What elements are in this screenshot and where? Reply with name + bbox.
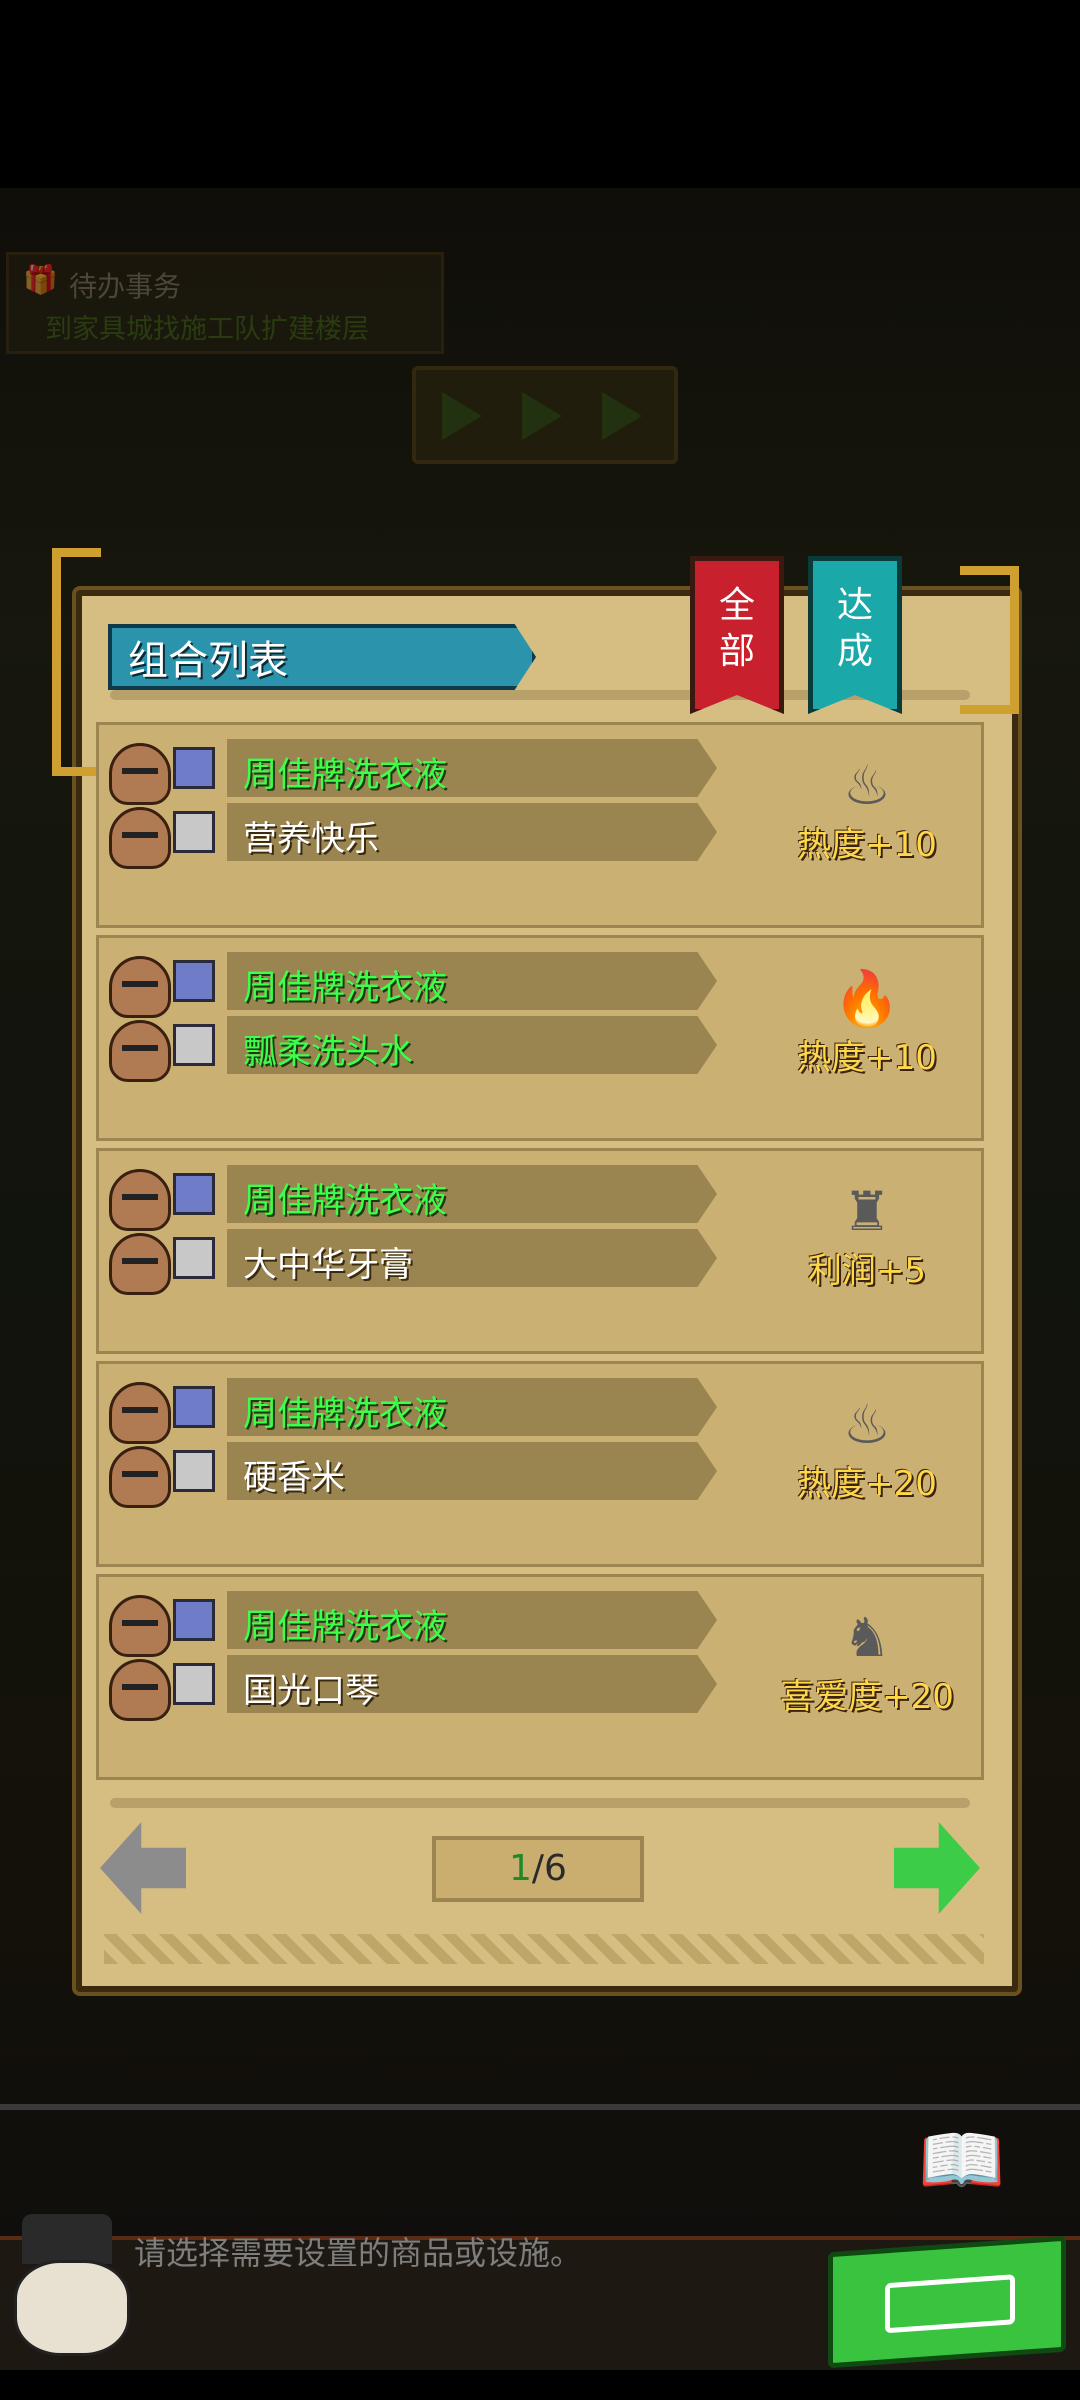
page-current: 1	[509, 1848, 532, 1889]
combo-item-name: 营养快乐	[243, 819, 379, 859]
combo-item-name: 国光口琴	[243, 1671, 379, 1711]
product-icon	[173, 1386, 215, 1428]
favor-icon-inactive: ♞	[842, 1606, 892, 1669]
confirm-button[interactable]	[828, 2235, 1066, 2369]
hud-divider	[0, 2104, 1080, 2110]
combo-item-name: 大中华牙膏	[243, 1245, 413, 1285]
mascot-avatar	[4, 2214, 134, 2374]
reward: ♞ 喜爱度+20	[777, 1607, 957, 1718]
combo-card[interactable]: 周佳牌洗衣液 营养快乐 ♨ 热度+10	[96, 722, 984, 928]
frame-ornament-left	[52, 548, 101, 776]
top-hat-icon	[22, 2214, 112, 2264]
customer-avatar	[109, 743, 171, 805]
dialog-title: 组合列表	[128, 638, 288, 684]
reward-text: 热度+10	[797, 825, 937, 865]
reward: ♨ 热度+10	[777, 755, 957, 866]
combo-item-name: 周佳牌洗衣液	[243, 968, 447, 1008]
dialog-bottom-border	[104, 1934, 984, 1964]
product-icon	[173, 1663, 215, 1705]
product-icon	[173, 1024, 215, 1066]
combo-card[interactable]: 周佳牌洗衣液 瓢柔洗头水 🔥 热度+10	[96, 935, 984, 1141]
combo-card[interactable]: 周佳牌洗衣液 大中华牙膏 ♜ 利润+5	[96, 1148, 984, 1354]
product-icon	[173, 1599, 215, 1641]
customer-avatar	[109, 1382, 171, 1444]
tab-all-label: 全部	[718, 585, 755, 672]
customer-avatar	[109, 1233, 171, 1295]
divider	[110, 1798, 970, 1808]
heat-icon-inactive: ♨	[842, 1393, 892, 1456]
combo-item-name: 周佳牌洗衣液	[243, 755, 447, 795]
cat-face-icon	[14, 2260, 130, 2356]
tab-all[interactable]: 全部	[690, 556, 784, 714]
product-icon	[173, 1237, 215, 1279]
heat-icon-active: 🔥	[833, 967, 901, 1030]
tab-completed-label: 达成	[836, 585, 873, 672]
customer-avatar	[109, 1595, 171, 1657]
customer-avatar	[109, 956, 171, 1018]
product-icon	[173, 811, 215, 853]
combo-list: 周佳牌洗衣液 营养快乐 ♨ 热度+10 周佳牌洗衣液 瓢柔洗头水 🔥 热度+10	[96, 722, 984, 1787]
combo-item-name: 瓢柔洗头水	[243, 1032, 413, 1072]
product-icon	[173, 960, 215, 1002]
reward: ♨ 热度+20	[777, 1394, 957, 1505]
hand-pointer-icon	[885, 2274, 1015, 2334]
book-icon[interactable]: 📖	[918, 2125, 1028, 2195]
customer-avatar	[109, 1020, 171, 1082]
reward: ♜ 利润+5	[777, 1181, 957, 1292]
combo-item-name: 硬香米	[243, 1458, 345, 1498]
reward-text: 喜爱度+20	[780, 1677, 954, 1717]
customer-avatar	[109, 1169, 171, 1231]
reward-text: 利润+5	[807, 1251, 927, 1291]
combo-card[interactable]: 周佳牌洗衣液 硬香米 ♨ 热度+20	[96, 1361, 984, 1567]
product-icon	[173, 747, 215, 789]
page-total: /6	[531, 1848, 567, 1889]
tab-completed[interactable]: 达成	[808, 556, 902, 714]
customer-avatar	[109, 1446, 171, 1508]
hint-text: 请选择需要设置的商品或设施。	[134, 2234, 583, 2272]
heat-icon-inactive: ♨	[842, 754, 892, 817]
reward: 🔥 热度+10	[777, 968, 957, 1079]
product-icon	[173, 1450, 215, 1492]
page-indicator: 1/6	[432, 1836, 644, 1902]
customer-avatar	[109, 807, 171, 869]
combo-item-name: 周佳牌洗衣液	[243, 1394, 447, 1434]
combo-item-name: 周佳牌洗衣液	[243, 1181, 447, 1221]
product-icon	[173, 1173, 215, 1215]
reward-text: 热度+20	[797, 1464, 937, 1504]
profit-icon-inactive: ♜	[842, 1180, 892, 1243]
customer-avatar	[109, 1659, 171, 1721]
reward-text: 热度+10	[797, 1038, 937, 1078]
combo-item-name: 周佳牌洗衣液	[243, 1607, 447, 1647]
combo-card[interactable]: 周佳牌洗衣液 国光口琴 ♞ 喜爱度+20	[96, 1574, 984, 1780]
